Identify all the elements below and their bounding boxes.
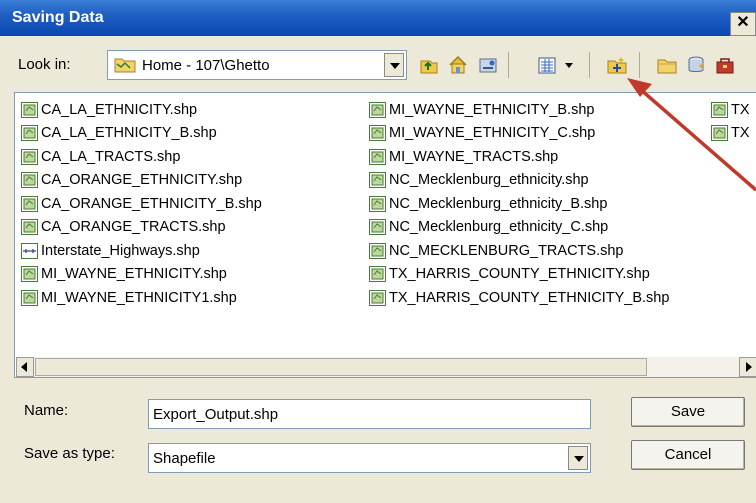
scroll-right-button[interactable] [739, 357, 756, 377]
folder-icon[interactable] [654, 52, 680, 78]
toolbox-icon[interactable] [712, 52, 738, 78]
file-column-1: CA_LA_ETHNICITY.shp CA_LA_ETHNICITY_B.sh… [21, 98, 262, 310]
dialog-title: Saving Data [12, 9, 104, 26]
toolbar-separator [639, 52, 640, 78]
scroll-thumb[interactable] [35, 358, 647, 376]
look-in-value: Home - 107\Ghetto [142, 57, 270, 74]
list-item[interactable]: NC_MECKLENBURG_TRACTS.shp [369, 239, 669, 263]
polygon-shapefile-icon [369, 219, 386, 236]
polygon-shapefile-icon [21, 219, 38, 236]
save-as-type-dropdown-button[interactable] [568, 446, 588, 470]
list-item[interactable]: TX_HARRIS_COUNTY_ETHNICITY_B.shp [369, 286, 669, 310]
file-list[interactable]: CA_LA_ETHNICITY.shp CA_LA_ETHNICITY_B.sh… [14, 92, 756, 378]
polygon-shapefile-icon [369, 101, 386, 118]
polygon-shapefile-icon [21, 101, 38, 118]
list-item[interactable]: MI_WAYNE_ETHNICITY.shp [21, 263, 262, 287]
toolbar-separator [589, 52, 590, 78]
horizontal-scrollbar[interactable] [16, 357, 756, 377]
save-as-type-label: Save as type: [24, 445, 115, 462]
list-item[interactable]: CA_LA_ETHNICITY.shp [21, 98, 262, 122]
new-folder-icon[interactable] [604, 52, 630, 78]
title-bar: Saving Data ✕ [0, 0, 756, 36]
list-item[interactable]: TX_HARRIS_COUNTY_ETHNICITY.shp [369, 263, 669, 287]
polygon-shapefile-icon [21, 289, 38, 306]
save-button[interactable]: Save [631, 397, 745, 427]
polygon-shapefile-icon [369, 242, 386, 259]
polygon-shapefile-icon [21, 266, 38, 283]
polygon-shapefile-icon [21, 195, 38, 212]
polygon-shapefile-icon [711, 101, 728, 118]
view-list-icon[interactable] [534, 52, 560, 78]
list-item[interactable]: NC_Mecklenburg_ethnicity_C.shp [369, 216, 669, 240]
view-dropdown-icon[interactable] [560, 52, 578, 78]
list-item[interactable]: MI_WAYNE_ETHNICITY_B.shp [369, 98, 669, 122]
polygon-shapefile-icon [21, 125, 38, 142]
save-as-type-value: Shapefile [153, 450, 216, 467]
polygon-shapefile-icon [369, 172, 386, 189]
line-shapefile-icon [21, 242, 38, 259]
home-icon[interactable] [445, 52, 471, 78]
folder-icon [114, 58, 136, 73]
list-item[interactable]: CA_LA_ETHNICITY_B.shp [21, 122, 262, 146]
polygon-shapefile-icon [369, 289, 386, 306]
list-item[interactable]: CA_ORANGE_ETHNICITY_B.shp [21, 192, 262, 216]
list-item[interactable]: NC_Mecklenburg_ethnicity.shp [369, 169, 669, 193]
list-item[interactable]: MI_WAYNE_TRACTS.shp [369, 145, 669, 169]
look-in-dropdown-button[interactable] [384, 53, 404, 77]
list-item[interactable]: TX [711, 98, 750, 122]
name-field-value: Export_Output.shp [153, 406, 279, 423]
file-column-2: MI_WAYNE_ETHNICITY_B.shp MI_WAYNE_ETHNIC… [369, 98, 669, 310]
file-column-3: TX TX [711, 98, 750, 145]
saving-data-dialog: Saving Data ✕ Look in: Home - 107\Ghetto [0, 0, 756, 503]
polygon-shapefile-icon [369, 266, 386, 283]
polygon-shapefile-icon [21, 148, 38, 165]
scroll-left-button[interactable] [16, 357, 34, 377]
polygon-shapefile-icon [369, 148, 386, 165]
list-item[interactable]: CA_ORANGE_ETHNICITY.shp [21, 169, 262, 193]
list-item[interactable]: MI_WAYNE_ETHNICITY1.shp [21, 286, 262, 310]
toolbar-separator [508, 52, 509, 78]
cancel-button[interactable]: Cancel [631, 440, 745, 470]
look-in-label: Look in: [18, 56, 71, 73]
polygon-shapefile-icon [21, 172, 38, 189]
up-one-level-icon[interactable] [415, 52, 441, 78]
name-field[interactable]: Export_Output.shp [148, 399, 591, 429]
save-as-type-select[interactable]: Shapefile [148, 443, 591, 473]
close-button[interactable]: ✕ [730, 12, 756, 36]
list-item[interactable]: TX [711, 122, 750, 146]
list-item[interactable]: MI_WAYNE_ETHNICITY_C.shp [369, 122, 669, 146]
list-item[interactable]: CA_LA_TRACTS.shp [21, 145, 262, 169]
look-in-combo[interactable]: Home - 107\Ghetto [107, 50, 407, 80]
list-item[interactable]: CA_ORANGE_TRACTS.shp [21, 216, 262, 240]
list-item[interactable]: Interstate_Highways.shp [21, 239, 262, 263]
polygon-shapefile-icon [711, 125, 728, 142]
polygon-shapefile-icon [369, 195, 386, 212]
name-label: Name: [24, 402, 69, 419]
polygon-shapefile-icon [369, 125, 386, 142]
list-item[interactable]: NC_Mecklenburg_ethnicity_B.shp [369, 192, 669, 216]
database-icon[interactable] [683, 52, 709, 78]
connect-folder-icon[interactable] [475, 52, 501, 78]
